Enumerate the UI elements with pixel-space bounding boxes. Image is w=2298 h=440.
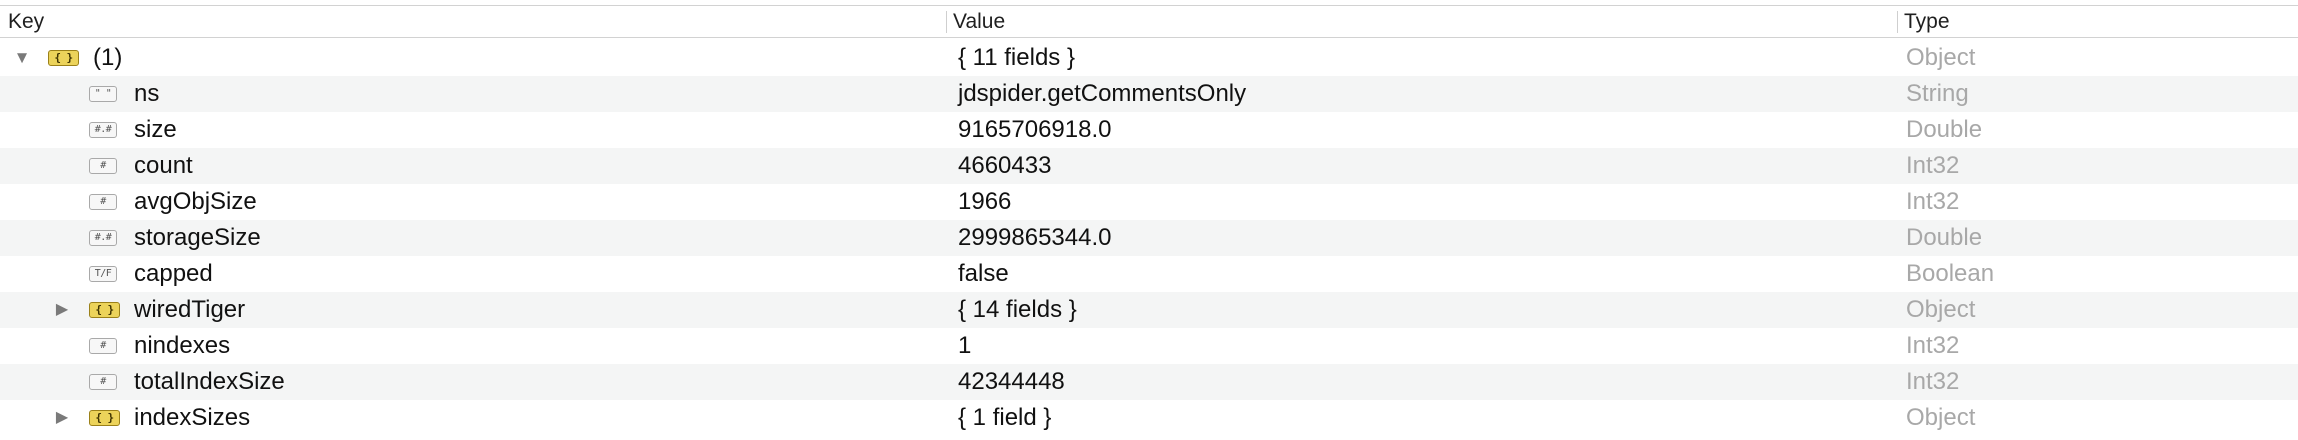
value-cell: 2999865344.0 [958, 224, 1112, 251]
tree-row-wiredtiger[interactable]: ▶ { } wiredTiger { 14 fields } Object [0, 292, 2298, 328]
key-cell: wiredTiger [134, 296, 246, 323]
value-cell: 1966 [958, 188, 1012, 215]
string-icon: " " [89, 86, 117, 102]
key-cell: capped [134, 260, 213, 287]
tree-row-nindexes[interactable]: # nindexes 1 Int32 [0, 328, 2298, 364]
key-cell: (1) [93, 44, 123, 71]
type-cell: Int32 [1906, 188, 1960, 215]
value-cell: { 1 field } [958, 404, 1052, 431]
value-cell: { 11 fields } [958, 44, 1075, 71]
key-cell: totalIndexSize [134, 368, 285, 395]
column-divider[interactable] [1897, 11, 1898, 33]
type-cell: Double [1906, 116, 1983, 143]
int32-icon: # [89, 194, 117, 210]
key-cell: storageSize [134, 224, 261, 251]
key-cell: indexSizes [134, 404, 251, 431]
object-icon: { } [89, 302, 120, 318]
value-cell: jdspider.getCommentsOnly [958, 80, 1247, 107]
type-cell: String [1906, 80, 1969, 107]
column-divider[interactable] [946, 11, 947, 33]
boolean-icon: T/F [89, 266, 117, 282]
value-cell: false [958, 260, 1009, 287]
disclosure-triangle-expanded-icon[interactable]: ▼ [10, 40, 34, 76]
value-cell: 42344448 [958, 368, 1065, 395]
type-cell: Int32 [1906, 332, 1960, 359]
int32-icon: # [89, 158, 117, 174]
key-cell: nindexes [134, 332, 231, 359]
value-cell: { 14 fields } [958, 296, 1077, 323]
object-icon: { } [89, 410, 120, 426]
key-cell: size [134, 116, 177, 143]
tree-row-ns[interactable]: " " ns jdspider.getCommentsOnly String [0, 76, 2298, 112]
column-header: Key Value Type [0, 5, 2298, 38]
type-cell: Boolean [1906, 260, 1995, 287]
disclosure-triangle-collapsed-icon[interactable]: ▶ [50, 400, 74, 436]
disclosure-triangle-collapsed-icon[interactable]: ▶ [50, 292, 74, 328]
int32-icon: # [89, 338, 117, 354]
tree-row-capped[interactable]: T/F capped false Boolean [0, 256, 2298, 292]
int32-icon: # [89, 374, 117, 390]
type-cell: Object [1906, 44, 1976, 71]
tree-row-size[interactable]: #.# size 9165706918.0 Double [0, 112, 2298, 148]
tree-row-storagesize[interactable]: #.# storageSize 2999865344.0 Double [0, 220, 2298, 256]
value-cell: 1 [958, 332, 972, 359]
type-cell: Object [1906, 404, 1976, 431]
type-cell: Double [1906, 224, 1983, 251]
type-cell: Object [1906, 296, 1976, 323]
document-tree-view: Key Value Type ▼ { } (1) { 11 fields } Objec… [0, 0, 2298, 440]
tree-row-avgobjsize[interactable]: # avgObjSize 1966 Int32 [0, 184, 2298, 220]
tree-row-totalindexsize[interactable]: # totalIndexSize 42344448 Int32 [0, 364, 2298, 400]
value-cell: 4660433 [958, 152, 1052, 179]
tree-row-indexsizes[interactable]: ▶ { } indexSizes { 1 field } Object [0, 400, 2298, 436]
double-icon: #.# [89, 230, 117, 246]
key-column-header[interactable]: Key [8, 6, 44, 37]
tree-row-count[interactable]: # count 4660433 Int32 [0, 148, 2298, 184]
tree-rows: ▼ { } (1) { 11 fields } Object " " ns jdspider.… [0, 40, 2298, 436]
key-cell: count [134, 152, 193, 179]
value-cell: 9165706918.0 [958, 116, 1112, 143]
object-icon: { } [48, 50, 79, 66]
type-column-header[interactable]: Type [1904, 6, 1950, 37]
value-column-header[interactable]: Value [953, 6, 1005, 37]
type-cell: Int32 [1906, 368, 1960, 395]
key-cell: ns [134, 80, 160, 107]
double-icon: #.# [89, 122, 117, 138]
type-cell: Int32 [1906, 152, 1960, 179]
key-cell: avgObjSize [134, 188, 257, 215]
tree-row-root[interactable]: ▼ { } (1) { 11 fields } Object [0, 40, 2298, 76]
